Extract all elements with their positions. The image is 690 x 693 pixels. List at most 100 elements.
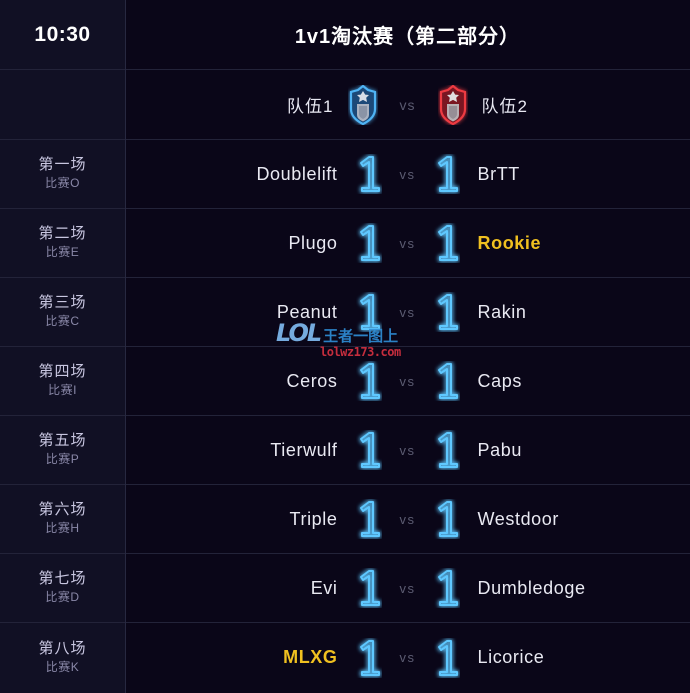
player-right-name[interactable]: Westdoor [464, 509, 639, 530]
score-right [430, 223, 464, 263]
teams-row: 队伍1 vs 队伍2 [0, 70, 690, 140]
match-row[interactable]: 第五场 比赛P Tierwulf vs Pabu [0, 416, 690, 485]
score-left [352, 430, 386, 470]
player-right-name[interactable]: BrTT [464, 164, 639, 185]
match-label-cell: 第六场比赛H [0, 485, 125, 553]
player-left-name[interactable]: Triple [177, 509, 352, 530]
teams-container: 队伍1 vs 队伍2 [287, 84, 528, 125]
player-left-name[interactable]: Peanut [177, 302, 352, 323]
blue-shield-star-emblem-icon [348, 84, 378, 125]
matchup-cell: Peanut vs Rakin [125, 278, 690, 346]
schedule-grid: 10:30 1v1淘汰赛（第二部分） 队伍1 vs 队伍2 第一场 比赛O Do… [0, 0, 690, 692]
score-left [352, 223, 386, 263]
vs-separator: vs [399, 373, 416, 389]
score-left [352, 361, 386, 401]
vs-separator: vs [399, 235, 416, 251]
vs-separator: vs [399, 580, 416, 596]
match-sublabel: 比赛I [48, 383, 77, 398]
score-left [352, 499, 386, 539]
matchup: Tierwulf vs Pabu [125, 430, 690, 470]
header-row: 10:30 1v1淘汰赛（第二部分） [0, 0, 690, 70]
vs-separator: vs [399, 650, 416, 665]
matchup: Plugo vs Rookie [125, 223, 690, 263]
matchup: Triple vs Westdoor [125, 499, 690, 539]
match-label: 第一场 [38, 156, 87, 174]
player-right-name[interactable]: Rookie [464, 233, 639, 254]
player-left-name[interactable]: Ceros [177, 371, 352, 392]
team2-label: 队伍2 [481, 97, 528, 116]
teams-vs-label: vs [399, 96, 416, 113]
player-right-name[interactable]: Dumbledoge [464, 578, 639, 599]
score-right [430, 292, 464, 332]
match-label-cell: 第三场比赛C [0, 278, 125, 346]
player-left-name[interactable]: Evi [177, 578, 352, 599]
match-label-cell: 第五场 比赛P [0, 416, 125, 484]
vs-separator: vs [399, 442, 416, 458]
match-sublabel: 比赛C [45, 314, 80, 329]
score-right [430, 361, 464, 401]
matchup: Ceros vs Caps [125, 361, 690, 401]
match-sublabel: 比赛D [45, 590, 80, 605]
player-right-name[interactable]: Pabu [464, 440, 639, 461]
score-right [430, 499, 464, 539]
match-sublabel: 比赛H [45, 521, 80, 536]
match-label-cell: 第七场比赛D [0, 554, 125, 622]
match-row[interactable]: 第七场比赛D Evi vs Dumbledoge [0, 554, 690, 623]
match-rows-container: 第一场比赛O Doublelift vs BrTT 第二场比赛E Plugo vs Rooki… [0, 140, 690, 692]
player-left-name[interactable]: Plugo [177, 233, 352, 254]
match-label-cell: 第一场比赛O [0, 140, 125, 208]
match-label: 第四场 [38, 363, 87, 381]
match-label: 第二场 [38, 225, 87, 243]
player-left-name[interactable]: Tierwulf [177, 440, 352, 461]
match-label: 第八场 [38, 639, 87, 657]
matchup: Peanut vs Rakin [125, 292, 690, 332]
match-sublabel: 比赛E [45, 245, 80, 260]
match-row[interactable]: 第八场比赛K MLXG vs Licorice [0, 623, 690, 692]
match-label: 第三场 [38, 294, 87, 312]
matchup-cell: Triple vs Westdoor [125, 485, 690, 553]
page-title: 1v1淘汰赛（第二部分） [294, 26, 521, 48]
matchup-cell: MLXG vs Licorice [125, 623, 690, 692]
match-row[interactable]: 第二场比赛E Plugo vs Rookie [0, 209, 690, 278]
player-right-name[interactable]: Rakin [464, 302, 639, 323]
match-label-cell: 第四场比赛I [0, 347, 125, 415]
player-right-name[interactable]: Licorice [464, 647, 639, 668]
match-row[interactable]: 第四场比赛I Ceros vs Caps [0, 347, 690, 416]
teams-row-content: 队伍1 vs 队伍2 [125, 70, 690, 139]
column-divider [125, 0, 126, 693]
score-left [352, 568, 386, 608]
matchup-cell: Ceros vs Caps [125, 347, 690, 415]
player-left-name[interactable]: MLXG [177, 647, 352, 668]
score-right [430, 638, 464, 678]
match-schedule-board: 10:30 1v1淘汰赛（第二部分） 队伍1 vs 队伍2 第一场 比赛O Do… [0, 0, 690, 693]
matchup: Doublelift vs BrTT [125, 154, 690, 194]
matchup-cell: Evi vs Dumbledoge [125, 554, 690, 622]
score-left [352, 638, 386, 678]
team1-label: 队伍1 [287, 97, 334, 116]
score-right [430, 430, 464, 470]
match-label: 第七场 [38, 570, 87, 588]
match-sublabel: 比赛O [45, 176, 80, 191]
title-cell: 1v1淘汰赛（第二部分） [125, 0, 690, 69]
match-sublabel: 比赛K [45, 659, 80, 674]
vs-separator: vs [399, 304, 416, 320]
clock-cell: 10:30 [0, 0, 125, 69]
match-label: 第六场 [38, 501, 87, 519]
match-label-cell: 第八场比赛K [0, 623, 125, 692]
match-row[interactable]: 第三场比赛C Peanut vs Rakin [0, 278, 690, 347]
match-row[interactable]: 第六场比赛H Triple vs Westdoor [0, 485, 690, 554]
teams-row-left-spacer [0, 70, 125, 139]
score-right [430, 568, 464, 608]
player-left-name[interactable]: Doublelift [177, 164, 352, 185]
matchup: MLXG vs Licorice [125, 638, 690, 678]
score-right [430, 154, 464, 194]
match-label: 第五场 [38, 432, 87, 450]
matchup-cell: Doublelift vs BrTT [125, 140, 690, 208]
player-right-name[interactable]: Caps [464, 371, 639, 392]
score-left [352, 154, 386, 194]
vs-separator: vs [399, 511, 416, 527]
score-left [352, 292, 386, 332]
vs-separator: vs [399, 166, 416, 182]
match-row[interactable]: 第一场比赛O Doublelift vs BrTT [0, 140, 690, 209]
match-label-cell: 第二场比赛E [0, 209, 125, 277]
